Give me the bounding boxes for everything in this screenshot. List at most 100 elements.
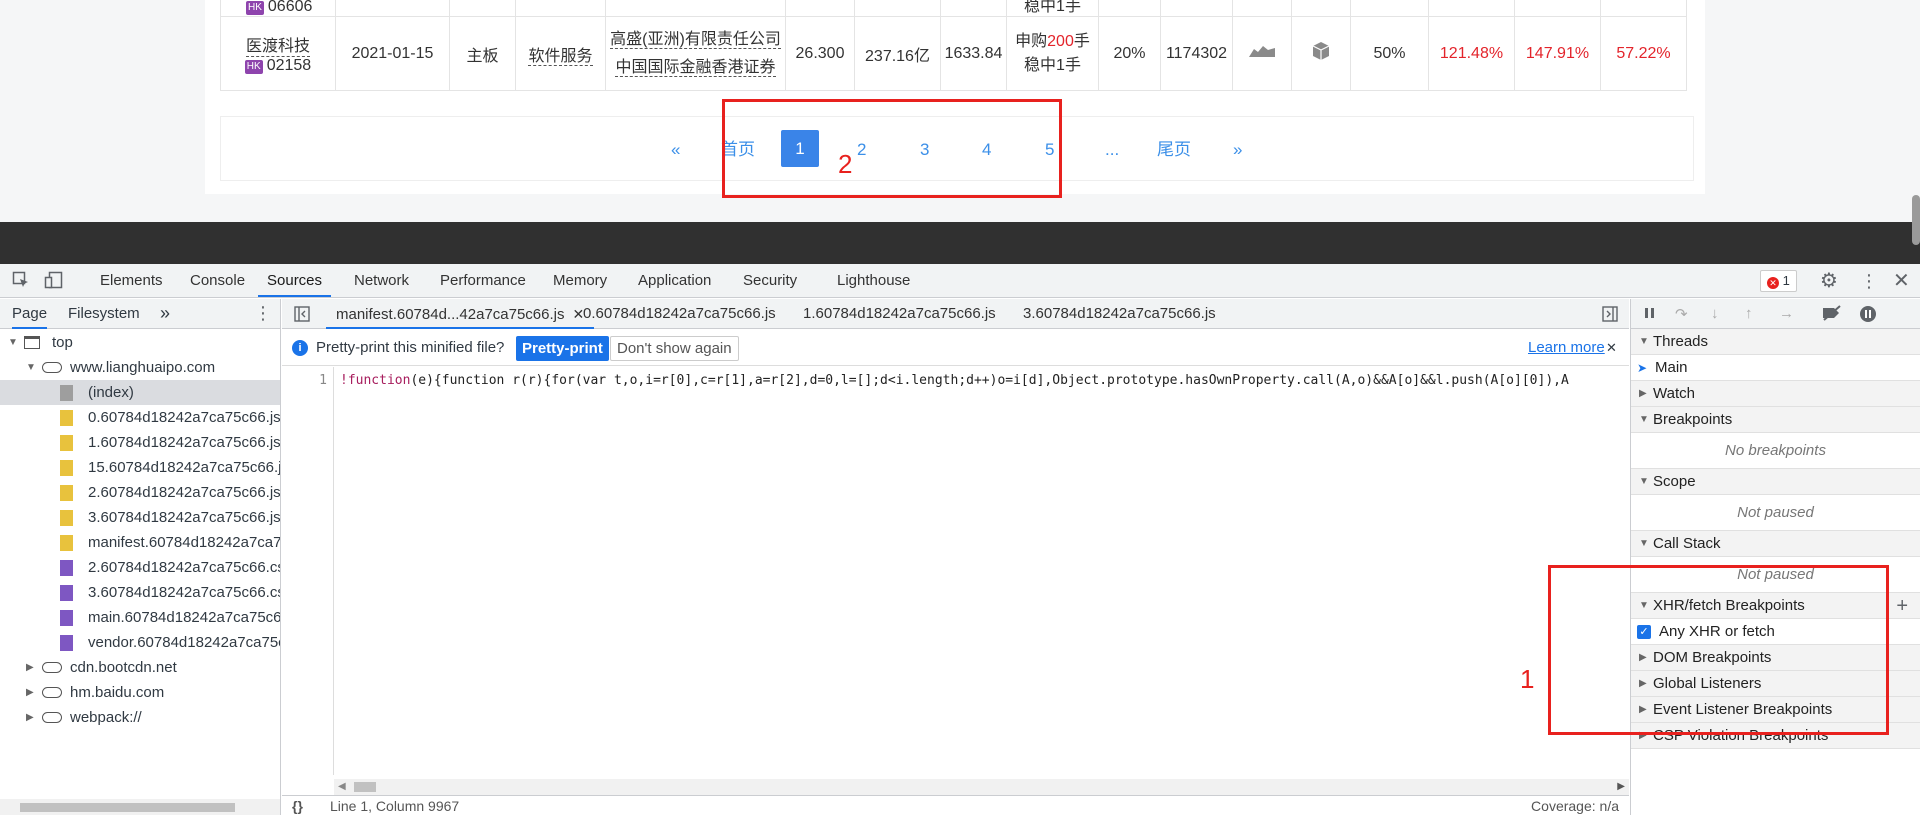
tab-lighthouse[interactable]: Lighthouse [837, 264, 910, 298]
editor-tab[interactable]: 3.60784d18242a7ca75c66.js [1023, 299, 1216, 329]
code-area[interactable]: 1 !function(e){function r(r){for(var t,o… [282, 367, 1629, 775]
error-counter[interactable]: ✕ 1 [1760, 270, 1797, 292]
sponsor-2[interactable]: 中国国际金融香港证券 [615, 58, 776, 77]
tree-item[interactable]: 15.60784d18242a7ca75c66.js [0, 455, 280, 480]
expanded-triangle-icon[interactable]: ▼ [8, 330, 18, 355]
step-into-icon[interactable]: ↓ [1711, 305, 1719, 322]
pause-icon[interactable] [1643, 306, 1657, 324]
tree-item-label: webpack:// [70, 709, 142, 726]
tab-security[interactable]: Security [743, 264, 797, 298]
chart-icon[interactable] [1232, 16, 1292, 91]
close-icon[interactable]: ✕ [1606, 330, 1617, 366]
tree-item[interactable]: ▼ top [0, 330, 280, 355]
page-scrollbar[interactable] [1912, 195, 1920, 245]
tree-item[interactable]: 3.60784d18242a7ca75c66.js [0, 505, 280, 530]
ipo-table: HK 06606 稳中1手 医渡科技 HK 02158 2021-01-15 主板 … [220, 0, 1687, 91]
inspect-icon[interactable] [12, 264, 30, 298]
tab-application[interactable]: Application [638, 264, 711, 298]
tree-item[interactable]: ▼ www.lianghuaipo.com [0, 355, 280, 380]
breakpoints-section[interactable]: ▼ Breakpoints [1631, 407, 1920, 433]
tab-memory[interactable]: Memory [553, 264, 607, 298]
step-out-icon[interactable]: ↑ [1745, 305, 1753, 322]
coverage-status: Coverage: n/a [1531, 798, 1619, 814]
tree-item[interactable]: vendor.60784d18242a7ca75c66.css [0, 630, 280, 655]
section-title: Watch [1653, 385, 1695, 402]
tree-item-label: 1.60784d18242a7ca75c66.js [88, 434, 280, 451]
collapsed-triangle-icon[interactable]: ▶ [26, 705, 34, 730]
call-stack-section[interactable]: ▼ Call Stack [1631, 531, 1920, 557]
tree-item[interactable]: manifest.60784d18242a7ca75c66.js [0, 530, 280, 555]
pretty-print-button[interactable]: Pretty-print [516, 336, 609, 361]
scope-status-text: Not paused [1631, 495, 1920, 531]
tab-network[interactable]: Network [354, 264, 409, 298]
hk-badge: HK [246, 1, 264, 15]
section-title: Breakpoints [1653, 411, 1733, 428]
stock-code: 06606 [267, 0, 313, 15]
tree-item[interactable]: ▶ hm.baidu.com [0, 680, 280, 705]
collapsed-triangle-icon[interactable]: ▶ [26, 680, 34, 705]
tab-performance[interactable]: Performance [440, 264, 526, 298]
more-vert-icon[interactable]: ⋮ [254, 299, 272, 328]
tab-page[interactable]: Page [12, 299, 48, 329]
collapsed-triangle-icon[interactable]: ▶ [26, 655, 34, 680]
scroll-right-icon[interactable]: ▶ [1617, 779, 1625, 795]
info-icon: i [292, 340, 308, 356]
debugger-sidebar: ↷ ↓ ↑ → ▼ Threads ➤ Main ▶ Watch ▼ Breakpoin… [1630, 299, 1920, 815]
more-tabs-icon[interactable]: » [160, 299, 170, 328]
learn-more-link[interactable]: Learn more [1528, 330, 1605, 366]
scroll-thumb[interactable] [354, 782, 376, 792]
tab-sources[interactable]: Sources [258, 264, 332, 297]
toggle-debugger-icon[interactable] [1602, 306, 1618, 326]
deactivate-breakpoints-icon[interactable] [1821, 305, 1843, 325]
pagination-prev[interactable]: « [671, 117, 680, 182]
step-icon[interactable]: → [1779, 305, 1794, 322]
pagination-last[interactable]: 尾页 [1157, 117, 1191, 182]
web-page: HK 06606 稳中1手 医渡科技 HK 02158 2021-01-15 主板 … [0, 0, 1920, 222]
scope-section[interactable]: ▼ Scope [1631, 469, 1920, 495]
gear-icon[interactable]: ⚙ [1820, 264, 1838, 298]
tab-console[interactable]: Console [190, 264, 245, 298]
threads-section[interactable]: ▼ Threads [1631, 329, 1920, 355]
table-row: HK 06606 稳中1手 [220, 0, 1687, 17]
scroll-left-icon[interactable]: ◀ [338, 779, 346, 795]
tree-item[interactable]: 2.60784d18242a7ca75c66.js [0, 480, 280, 505]
sponsor[interactable]: 高盛(亚洲)有限责任公司 [610, 30, 781, 49]
step-over-icon[interactable]: ↷ [1675, 305, 1688, 323]
stock-name[interactable]: 医渡科技 [245, 32, 310, 57]
pagination-next[interactable]: » [1233, 117, 1242, 182]
section-title: Call Stack [1653, 535, 1721, 552]
more-vert-icon[interactable]: ⋮ [1860, 264, 1878, 298]
thread-main[interactable]: ➤ Main [1631, 355, 1920, 381]
scroll-thumb[interactable] [20, 803, 235, 812]
close-icon[interactable]: ✕ [1893, 264, 1910, 298]
add-icon[interactable]: + [1896, 593, 1908, 619]
industry[interactable]: 软件服务 [528, 47, 593, 66]
tab-filesystem[interactable]: Filesystem [68, 299, 140, 328]
editor-tab[interactable]: manifest.60784d...42a7ca75c66.js ✕ [326, 299, 595, 329]
section-title: Scope [1653, 473, 1696, 490]
device-toggle-icon[interactable] [44, 264, 64, 298]
tree-item[interactable]: (index) [0, 380, 280, 405]
pretty-print-braces-icon[interactable]: {} [292, 796, 303, 816]
tree-item[interactable]: 2.60784d18242a7ca75c66.css [0, 555, 280, 580]
cube-icon[interactable] [1291, 16, 1351, 91]
tree-item[interactable]: 0.60784d18242a7ca75c66.js [0, 405, 280, 430]
tree-item[interactable]: 3.60784d18242a7ca75c66.css [0, 580, 280, 605]
pause-on-exceptions-icon[interactable] [1859, 305, 1877, 327]
editor-hscrollbar[interactable]: ◀ ▶ [334, 779, 1629, 795]
dont-show-again-button[interactable]: Don't show again [610, 336, 739, 361]
toggle-navigator-icon[interactable] [294, 306, 310, 326]
watch-section[interactable]: ▶ Watch [1631, 381, 1920, 407]
annotation-box-2 [722, 99, 1062, 198]
navigator-hscrollbar[interactable] [0, 799, 280, 815]
tree-item[interactable]: ▶ cdn.bootcdn.net [0, 655, 280, 680]
line-gutter: 1 [282, 367, 334, 775]
tree-item[interactable]: 1.60784d18242a7ca75c66.js [0, 430, 280, 455]
tab-elements[interactable]: Elements [100, 264, 163, 298]
tree-item[interactable]: main.60784d18242a7ca75c66.css [0, 605, 280, 630]
tree-item[interactable]: ▶ webpack:// [0, 705, 280, 730]
gain-3: 57.22% [1600, 16, 1687, 91]
editor-tab[interactable]: 1.60784d18242a7ca75c66.js [803, 299, 996, 329]
expanded-triangle-icon[interactable]: ▼ [26, 355, 36, 380]
editor-tab[interactable]: 0.60784d18242a7ca75c66.js [583, 299, 776, 329]
